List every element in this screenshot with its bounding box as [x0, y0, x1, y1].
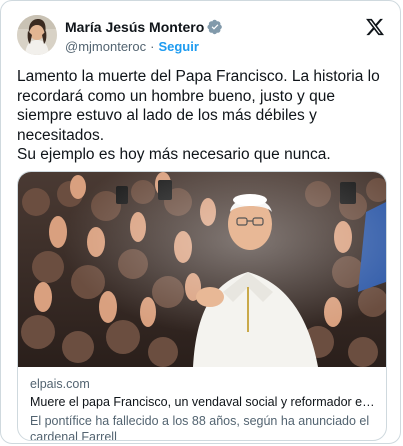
verified-badge-icon [207, 19, 223, 35]
x-logo-icon[interactable] [365, 17, 387, 37]
avatar-photo-icon [17, 15, 57, 55]
tweet-header: María Jesús Montero @mjmonteroc · Seguir [17, 15, 387, 57]
author-handle[interactable]: @mjmonteroc [65, 39, 146, 54]
tweet-text: Lamento la muerte del Papa Francisco. La… [17, 68, 380, 163]
author-name[interactable]: María Jesús Montero [65, 19, 204, 35]
link-preview-image [18, 172, 386, 367]
link-domain: elpais.com [30, 377, 90, 391]
link-title[interactable]: Muere el papa Francisco, un vendaval soc… [30, 395, 376, 409]
follow-button[interactable]: Seguir [158, 39, 198, 54]
separator-dot: · [150, 38, 155, 54]
link-description: El pontífice ha fallecido a los 88 años,… [30, 414, 370, 441]
author-name-row: María Jesús Montero [65, 18, 223, 36]
author-avatar[interactable] [17, 15, 57, 55]
author-handle-row: @mjmonteroc · Seguir [65, 38, 199, 54]
tweet-embed[interactable]: María Jesús Montero @mjmonteroc · Seguir… [0, 0, 401, 444]
link-preview-card[interactable]: elpais.com Muere el papa Francisco, un v… [17, 171, 387, 441]
pope-crowd-photo[interactable] [18, 172, 386, 367]
